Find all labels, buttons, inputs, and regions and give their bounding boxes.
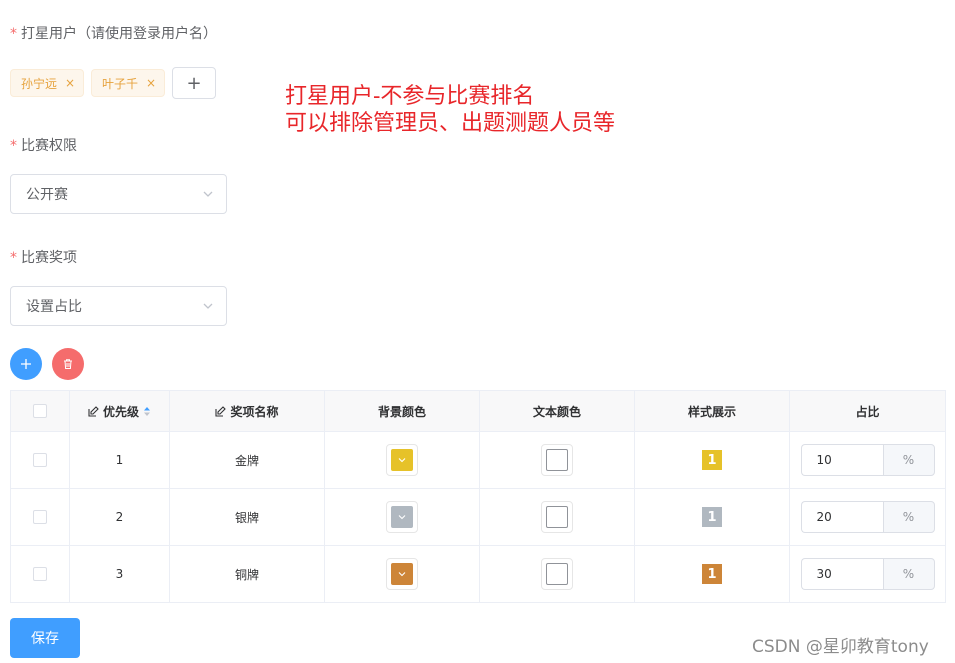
plus-icon: + bbox=[186, 72, 202, 94]
chevron-down-icon bbox=[203, 303, 213, 309]
annotation: 打星用户-不参与比赛排名 可以排除管理员、出题测题人员等 bbox=[285, 83, 615, 137]
chevron-down-icon bbox=[398, 458, 406, 463]
header-priority[interactable]: 优先级 bbox=[69, 390, 170, 432]
style-preview-cell: 1 bbox=[634, 545, 790, 603]
percent-suffix: % bbox=[882, 558, 935, 590]
close-icon[interactable]: × bbox=[65, 76, 75, 90]
header-award-name: 奖项名称 bbox=[169, 390, 325, 432]
percent-suffix: % bbox=[882, 444, 935, 476]
priority-value: 1 bbox=[115, 453, 124, 467]
award-name-cell: 金牌 bbox=[169, 431, 325, 489]
header-style-preview: 样式展示 bbox=[634, 390, 790, 432]
priority-cell: 3 bbox=[69, 545, 170, 603]
permission-value: 公开赛 bbox=[26, 187, 68, 203]
annotation-line: 打星用户-不参与比赛排名 bbox=[285, 84, 535, 109]
ratio-input-group: 20% bbox=[800, 501, 935, 533]
ratio-cell: 10% bbox=[789, 431, 946, 489]
bg-color-picker[interactable] bbox=[386, 444, 418, 476]
table-row: 2 银牌 1 20% bbox=[10, 488, 946, 546]
priority-cell: 2 bbox=[69, 488, 170, 546]
ratio-input-group: 30% bbox=[800, 558, 935, 590]
annotation-line: 可以排除管理员、出题测题人员等 bbox=[285, 111, 616, 136]
bg-color-cell bbox=[324, 545, 480, 603]
style-preview-badge: 1 bbox=[702, 564, 722, 584]
row-checkbox[interactable] bbox=[33, 510, 47, 525]
bg-color-picker[interactable] bbox=[386, 501, 418, 533]
sort-caret-icon[interactable] bbox=[143, 406, 151, 417]
ratio-input[interactable]: 20 bbox=[800, 501, 883, 533]
color-swatch-empty bbox=[546, 449, 568, 471]
chevron-down-icon bbox=[398, 515, 406, 520]
row-checkbox[interactable] bbox=[33, 453, 47, 468]
text-color-picker[interactable] bbox=[541, 501, 573, 533]
awards-table: 优先级 奖项名称 背景颜色 文本颜色 样式展示 占比 1 金牌 1 10% 2 银牌 1 20… bbox=[10, 390, 946, 603]
star-user-tag: 叶子千 × bbox=[91, 69, 166, 97]
ratio-cell: 20% bbox=[789, 488, 946, 546]
awards-value: 设置占比 bbox=[26, 299, 82, 315]
style-preview-badge: 1 bbox=[702, 450, 722, 470]
select-all-checkbox[interactable] bbox=[33, 404, 47, 419]
trash-icon bbox=[64, 359, 72, 369]
style-preview-badge: 1 bbox=[702, 507, 722, 527]
close-icon[interactable]: × bbox=[146, 76, 156, 90]
delete-row-button[interactable] bbox=[52, 348, 84, 380]
chevron-down-icon bbox=[398, 572, 406, 577]
color-swatch bbox=[391, 506, 413, 528]
watermark: CSDN @星卯教育tony bbox=[752, 637, 929, 657]
plus-icon bbox=[21, 359, 31, 369]
color-swatch bbox=[391, 449, 413, 471]
header-text-color: 文本颜色 bbox=[479, 390, 635, 432]
bg-color-cell bbox=[324, 488, 480, 546]
priority-value: 3 bbox=[115, 567, 124, 581]
select-all-cell bbox=[10, 390, 70, 432]
ratio-input-group: 10% bbox=[800, 444, 935, 476]
tag-label: 孙宁远 bbox=[21, 76, 58, 91]
row-checkbox[interactable] bbox=[33, 567, 47, 582]
color-swatch bbox=[391, 563, 413, 585]
ratio-cell: 30% bbox=[789, 545, 946, 603]
award-name-cell: 铜牌 bbox=[169, 545, 325, 603]
percent-suffix: % bbox=[882, 501, 935, 533]
save-button[interactable]: 保存 bbox=[10, 618, 80, 658]
color-swatch-empty bbox=[546, 563, 568, 585]
bg-color-cell bbox=[324, 431, 480, 489]
table-row: 1 金牌 1 10% bbox=[10, 431, 946, 489]
text-color-cell bbox=[479, 488, 635, 546]
permission-select[interactable]: 公开赛 bbox=[10, 174, 227, 214]
text-color-picker[interactable] bbox=[541, 558, 573, 590]
header-ratio: 占比 bbox=[789, 390, 946, 432]
star-users-label: * 打星用户（请使用登录用户名） bbox=[10, 26, 217, 42]
award-name: 金牌 bbox=[234, 453, 259, 468]
award-name-cell: 银牌 bbox=[169, 488, 325, 546]
header-bg-color: 背景颜色 bbox=[324, 390, 480, 432]
style-preview-cell: 1 bbox=[634, 488, 790, 546]
awards-select[interactable]: 设置占比 bbox=[10, 286, 227, 326]
award-name: 铜牌 bbox=[234, 567, 259, 582]
table-header-row: 优先级 奖项名称 背景颜色 文本颜色 样式展示 占比 bbox=[10, 390, 946, 432]
edit-icon bbox=[88, 405, 99, 417]
chevron-down-icon bbox=[203, 191, 213, 197]
style-preview-cell: 1 bbox=[634, 431, 790, 489]
ratio-input[interactable]: 30 bbox=[800, 558, 883, 590]
text-color-cell bbox=[479, 545, 635, 603]
star-user-tag: 孙宁远 × bbox=[10, 69, 85, 97]
award-name: 银牌 bbox=[234, 510, 259, 525]
color-swatch-empty bbox=[546, 506, 568, 528]
row-select-cell bbox=[10, 431, 70, 489]
row-select-cell bbox=[10, 488, 70, 546]
text-color-picker[interactable] bbox=[541, 444, 573, 476]
tag-label: 叶子千 bbox=[102, 76, 139, 91]
text-color-cell bbox=[479, 431, 635, 489]
priority-cell: 1 bbox=[69, 431, 170, 489]
add-row-button[interactable] bbox=[10, 348, 42, 380]
edit-icon bbox=[215, 405, 227, 417]
table-row: 3 铜牌 1 30% bbox=[10, 545, 946, 603]
permission-label: * 比赛权限 bbox=[10, 138, 77, 154]
priority-value: 2 bbox=[115, 510, 124, 524]
row-select-cell bbox=[10, 545, 70, 603]
bg-color-picker[interactable] bbox=[386, 558, 418, 590]
add-star-user-button[interactable]: + bbox=[172, 67, 216, 99]
awards-label: * 比赛奖项 bbox=[10, 250, 77, 266]
ratio-input[interactable]: 10 bbox=[800, 444, 883, 476]
